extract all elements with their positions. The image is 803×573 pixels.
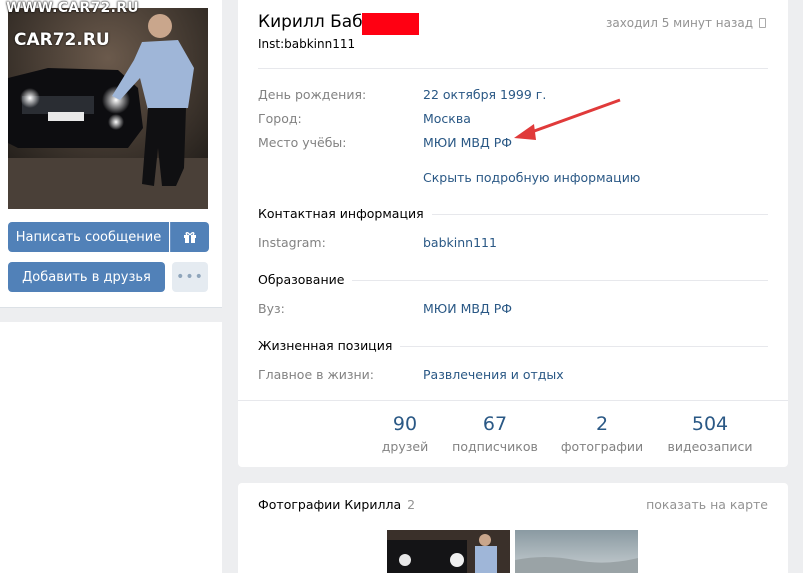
online-status: заходил 5 минут назад — [606, 16, 766, 30]
send-message-button[interactable]: Написать сообщение — [8, 222, 169, 252]
photo-thumbnail[interactable] — [515, 530, 638, 573]
profile-counters: 90 друзей 67 подписчиков 2 фотографии 50… — [238, 400, 788, 468]
more-actions-button[interactable]: ••• — [172, 262, 208, 292]
photos-card: Фотографии Кирилла 2 показать на карте — [238, 483, 788, 573]
counter-label: видеозаписи — [667, 439, 753, 454]
study-label: Место учёбы: — [258, 135, 347, 150]
site-watermark: WWW.CAR72.RU — [6, 0, 139, 16]
counter-friends[interactable]: 90 друзей — [376, 413, 434, 454]
hide-details-link[interactable]: Скрыть подробную информацию — [423, 170, 640, 185]
city-label: Город: — [258, 111, 302, 126]
study-value[interactable]: МЮИ МВД РФ — [423, 135, 512, 150]
counter-number: 67 — [482, 413, 508, 435]
logo-watermark: CAR72.RU — [14, 30, 110, 50]
counter-label: друзей — [381, 439, 429, 454]
counter-number: 504 — [691, 413, 729, 435]
profile-left-secondary-card — [0, 322, 222, 573]
annotation-arrow-icon — [514, 98, 621, 140]
gift-icon — [184, 232, 196, 243]
profile-status: Inst:babkinn111 — [258, 37, 356, 51]
mobile-icon — [759, 18, 766, 28]
photo-thumbnail[interactable] — [387, 530, 510, 573]
university-value[interactable]: МЮИ МВД РФ — [423, 301, 512, 316]
photos-heading[interactable]: Фотографии Кирилла 2 — [258, 497, 415, 512]
counter-number: 2 — [595, 413, 609, 435]
counter-photos[interactable]: 2 фотографии — [560, 413, 644, 454]
birthday-label: День рождения: — [258, 87, 367, 102]
show-on-map-link[interactable]: показать на карте — [646, 497, 768, 512]
instagram-value[interactable]: babkinn111 — [423, 235, 497, 250]
contacts-heading: Контактная информация — [258, 206, 432, 221]
counter-videos[interactable]: 504 видеозаписи — [662, 413, 758, 454]
university-label: Вуз: — [258, 301, 285, 316]
photos-count: 2 — [407, 497, 416, 512]
instagram-label: Instagram: — [258, 235, 326, 250]
photos-title: Фотографии Кирилла — [258, 497, 402, 512]
send-message-label: Написать сообщение — [15, 229, 162, 245]
counter-followers[interactable]: 67 подписчиков — [450, 413, 540, 454]
life-main-label: Главное в жизни: — [258, 367, 375, 382]
add-friend-button[interactable]: Добавить в друзья — [8, 262, 165, 292]
profile-name: Кирилл Баб — [258, 12, 363, 32]
online-text: заходил 5 минут назад — [605, 16, 753, 30]
photo-image — [387, 530, 510, 573]
life-position-heading: Жизненная позиция — [258, 338, 401, 353]
redaction-mark — [362, 13, 419, 35]
life-main-value[interactable]: Развлечения и отдых — [423, 367, 564, 382]
city-value[interactable]: Москва — [423, 111, 471, 126]
gift-button[interactable] — [170, 222, 209, 252]
divider — [258, 68, 768, 69]
profile-info-card: Кирилл Баб Inst:babkinn111 заходил 5 мин… — [238, 0, 788, 467]
counter-label: фотографии — [560, 439, 644, 454]
counter-number: 90 — [392, 413, 418, 435]
profile-left-card: CAR72.RU Написать сообщение Добавить в д… — [0, 0, 222, 308]
education-heading: Образование — [258, 272, 353, 287]
counter-label: подписчиков — [452, 439, 538, 454]
more-icon: ••• — [176, 269, 204, 285]
add-friend-label: Добавить в друзья — [22, 269, 151, 285]
photo-image — [515, 530, 638, 573]
